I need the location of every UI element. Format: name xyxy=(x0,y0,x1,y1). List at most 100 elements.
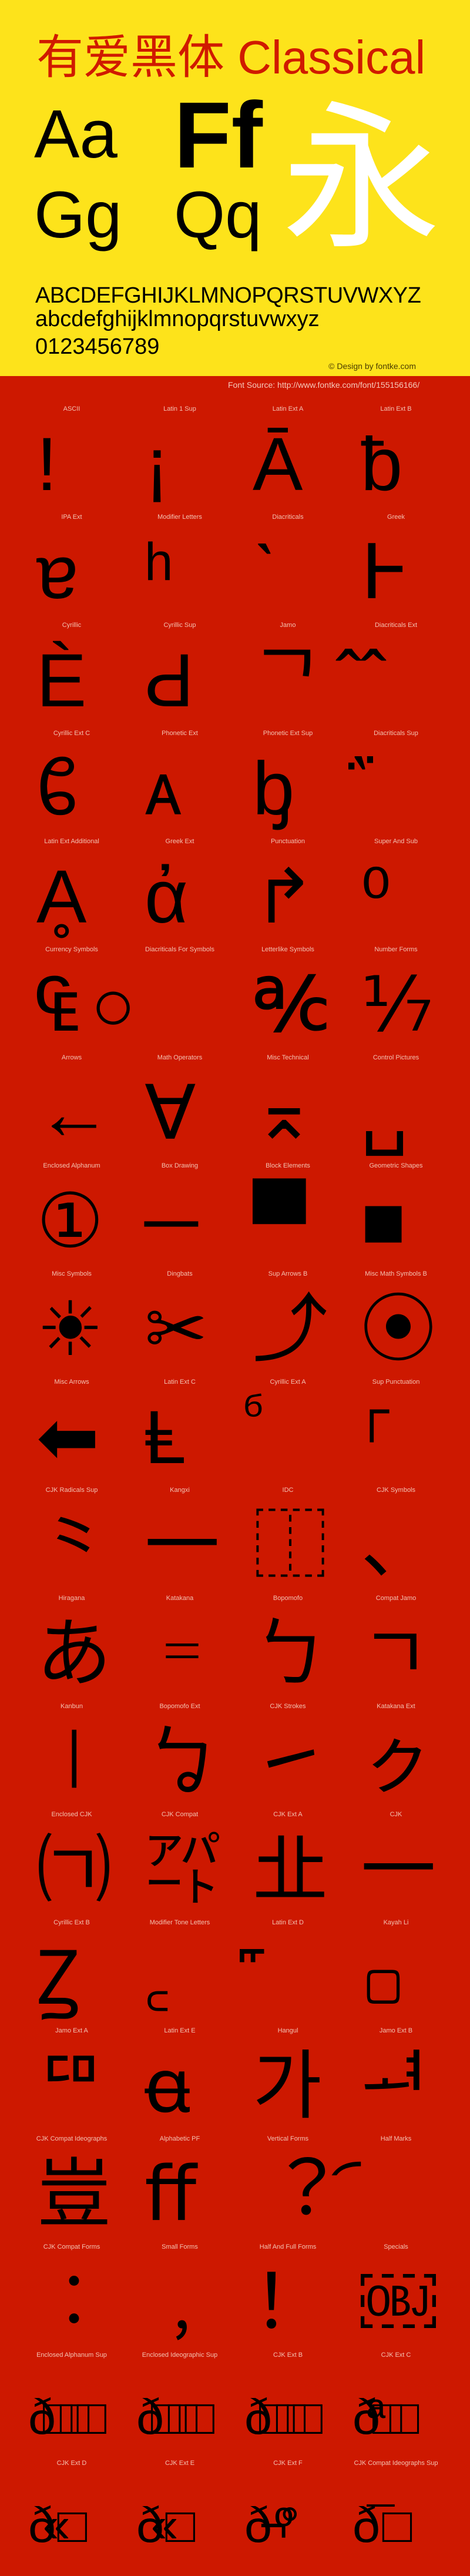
block-sample-glyph: Ⱡ xyxy=(145,1396,187,1480)
specimen-gg: Gg xyxy=(34,178,122,251)
block-label: Compat Jamo xyxy=(375,1595,417,1602)
block-sample-glyph: Ͱ xyxy=(361,531,410,615)
block-label: Misc Symbols xyxy=(52,1270,92,1277)
specimen-qq: Qq xyxy=(174,178,262,251)
block-sample-glyph: ᲀ xyxy=(36,747,79,831)
block-cell: Enclosed Alphanum Sup ð□□□ xyxy=(18,2346,126,2454)
block-label: Latin Ext E xyxy=(164,2027,196,2034)
block-label: Specials xyxy=(384,2243,408,2250)
block-cell: Hangul 가 xyxy=(234,2022,342,2130)
block-label: Diacriticals Ext xyxy=(374,622,418,629)
block-sample-glyph: ￼ xyxy=(361,2260,436,2344)
block-sample-glyph: ð□□□ xyxy=(28,2389,106,2444)
block-sample-glyph: ○ xyxy=(90,963,136,1047)
block-sample-glyph: ─ xyxy=(145,1179,198,1263)
block-label: Latin Ext Additional xyxy=(44,838,99,845)
block-label: Latin Ext D xyxy=(272,1919,304,1926)
block-sample-glyph: ﬀ xyxy=(145,2152,197,2236)
block-label: CJK Ext C xyxy=(381,2352,411,2359)
block-cell: Bopomofo Ext ㆠ xyxy=(126,1698,234,1806)
block-sample-glyph: ﹐ xyxy=(145,2260,220,2344)
block-label: Hangul xyxy=(277,2027,298,2034)
block-label: Phonetic Ext Sup xyxy=(263,730,313,737)
block-cell: Cyrillic Ext C ᲀ xyxy=(18,724,126,833)
block-label: CJK Radicals Sup xyxy=(45,1487,98,1494)
block-label: Modifier Tone Letters xyxy=(149,1919,210,1926)
block-label: Cyrillic Ext A xyxy=(270,1378,306,1386)
block-sample-glyph: ð«□ xyxy=(136,2497,195,2552)
block-cell: Cyrillic Ѐ xyxy=(18,616,126,724)
block-sample-glyph: ð□□□ xyxy=(244,2389,323,2444)
block-sample-glyph: ð□□□ xyxy=(136,2389,214,2444)
block-sample-glyph: ˋ xyxy=(253,531,278,615)
block-cell: Latin Ext E ꬰ xyxy=(126,2022,234,2130)
block-label: Latin Ext B xyxy=(380,405,412,412)
block-cell: Diacriticals For Symbols ○ xyxy=(90,941,234,1049)
block-cell: Jamo ᄀ xyxy=(234,616,342,724)
block-cell: Letterlike Symbols ℀ xyxy=(234,941,342,1049)
block-sample-glyph: ! xyxy=(36,422,58,507)
block-label: Box Drawing xyxy=(161,1162,199,1169)
block-label: Greek xyxy=(387,514,405,521)
block-cell: Vertical Forms ︖ xyxy=(234,2130,342,2238)
block-label: Greek Ext xyxy=(165,838,194,845)
block-sample-glyph: ㈀ xyxy=(36,1828,112,1912)
block-cell: Compat Jamo ㄱ xyxy=(342,1589,450,1698)
block-label: IPA Ext xyxy=(61,514,82,521)
block-cell: Bopomofo ㄅ xyxy=(234,1589,342,1698)
block-label: Misc Math Symbols B xyxy=(365,1270,427,1277)
block-sample-glyph: ℀ xyxy=(253,963,330,1047)
block-cell: Control Pictures ␣ xyxy=(342,1049,450,1157)
block-cell: Greek Ext ἀ xyxy=(126,833,234,941)
block-label: Modifier Letters xyxy=(157,514,202,521)
block-sample-glyph: ꬰ xyxy=(145,2044,191,2128)
block-cell: Diacriticals ˋ xyxy=(234,508,342,616)
block-sample-glyph: ㄱ xyxy=(361,1612,430,1696)
block-label: Cyrillic Ext C xyxy=(53,730,90,737)
block-label: Latin 1 Sup xyxy=(163,405,196,412)
block-cell: CJK 一 xyxy=(342,1806,450,1914)
block-sample-glyph: Ā xyxy=(253,422,303,507)
specimen-ff: Ff xyxy=(174,82,263,187)
block-sample-glyph: ðª□□ xyxy=(352,2389,419,2444)
block-cell: Enclosed Ideographic Sup ð□□□ xyxy=(126,2346,234,2454)
block-label: Phonetic Ext xyxy=(162,730,198,737)
block-cell: Sup Punctuation ⸀ xyxy=(342,1373,450,1481)
block-cell: CJK Compat Ideographs 豈 xyxy=(18,2130,126,2238)
block-cell: Misc Math Symbols B ⦿ xyxy=(342,1265,450,1373)
block-sample-glyph: ︖ xyxy=(253,2152,328,2236)
block-label: CJK xyxy=(390,1811,402,1818)
block-label: CJK Ext D xyxy=(56,2460,87,2467)
block-cell: Latin Ext Additional Ḁ xyxy=(18,833,126,941)
block-cell: Number Forms ⅐ xyxy=(342,941,450,1049)
block-cell: CJK Ext C ðª□□ xyxy=(342,2346,450,2454)
block-label: Control Pictures xyxy=(372,1054,419,1061)
block-cell: Misc Arrows ⬅ xyxy=(18,1373,126,1481)
block-sample-glyph: ⿰ xyxy=(253,1504,328,1588)
block-label: Bopomofo xyxy=(273,1595,303,1602)
block-cell: Arrows ← xyxy=(18,1049,126,1157)
block-label: Enclosed Alphanum Sup xyxy=(36,2352,107,2359)
block-cell: Modifier Tone Letters ꜀ xyxy=(126,1914,234,2022)
block-label: Number Forms xyxy=(374,946,418,953)
block-cell: Box Drawing ─ xyxy=(126,1157,234,1265)
block-label: Letterlike Symbols xyxy=(261,946,314,953)
block-label: Misc Technical xyxy=(267,1054,309,1061)
block-cell: ASCII! xyxy=(18,400,126,508)
specimen-aa: Aa xyxy=(34,96,118,172)
block-cell: CJK Compat Forms ︰ xyxy=(18,2238,126,2346)
block-sample-glyph: Ԁ xyxy=(145,639,194,723)
block-label: ASCII xyxy=(63,405,80,412)
design-credit: © Design by fontke.com xyxy=(328,361,416,371)
block-label: CJK Strokes xyxy=(270,1703,306,1710)
block-sample-glyph: ɐ xyxy=(36,531,79,615)
block-sample-glyph: ⦿ xyxy=(361,1287,437,1371)
font-source-link[interactable]: Font Source: http://www.fontke.com/font/… xyxy=(228,381,419,389)
block-sample-glyph: ✂ xyxy=(145,1287,208,1371)
block-cell: Misc Symbols ☀ xyxy=(18,1265,126,1373)
block-label: Dingbats xyxy=(167,1270,193,1277)
block-sample-glyph: Ꙁ xyxy=(36,1936,80,2020)
block-cell: Diacriticals Sup᷀ xyxy=(342,724,450,833)
block-cell: IDC ⿰ xyxy=(234,1481,342,1589)
block-cell: Cyrillic Ext Aⷠ xyxy=(234,1373,342,1481)
